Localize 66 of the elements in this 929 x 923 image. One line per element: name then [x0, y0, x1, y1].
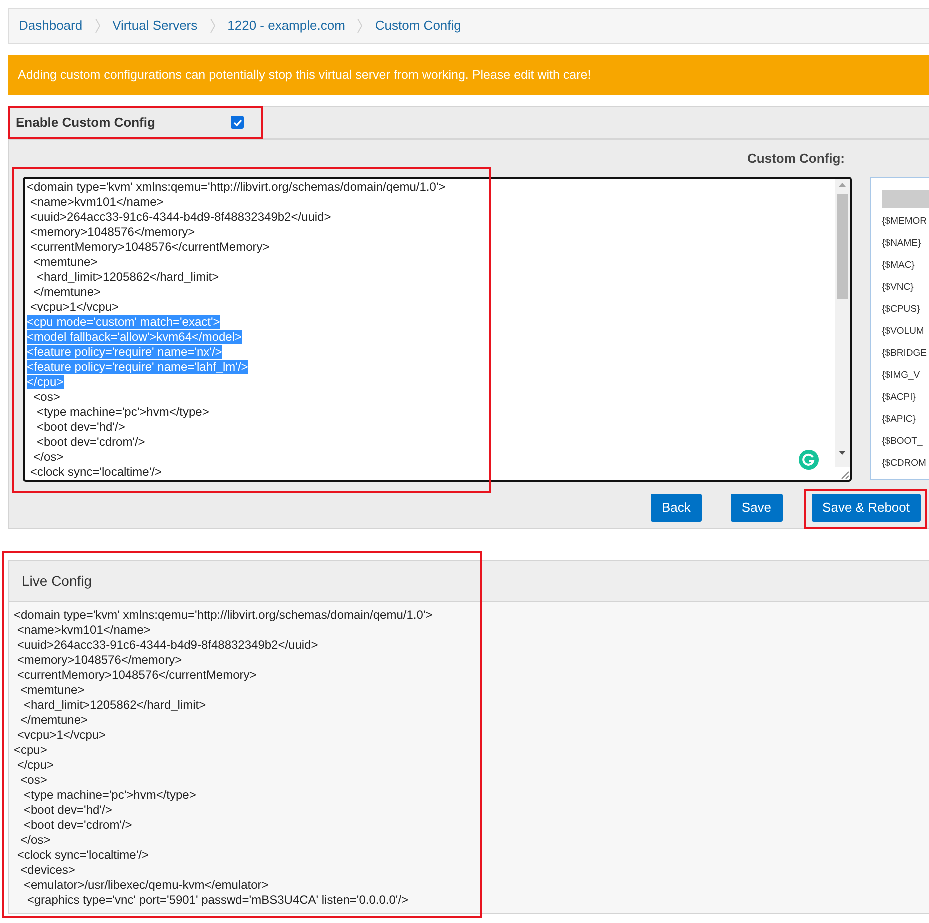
code-line: <vcpu>1</vcpu>: [29, 300, 120, 314]
code-line: <clock sync='localtime'/>: [29, 465, 162, 479]
breadcrumb-link[interactable]: Custom Config: [375, 16, 462, 36]
code-line: <devices>: [20, 863, 76, 877]
code-line: <boot dev='hd'/>: [23, 803, 112, 817]
code-line: <memtune>: [32, 255, 98, 269]
code-line: </memtune>: [20, 713, 88, 727]
code-line: </os>: [32, 450, 64, 464]
code-line: <memory>1048576</memory>: [16, 653, 182, 667]
variable-item[interactable]: {$ACPI}: [882, 387, 916, 409]
custom-config-label: Custom Config:: [748, 150, 845, 168]
code-line: <emulator>/usr/libexec/qemu-kvm</emulator>: [23, 878, 269, 892]
code-line: <os>: [20, 773, 48, 787]
variable-item[interactable]: {$IMG_V: [882, 365, 920, 387]
variable-item[interactable]: {$BOOT_: [882, 431, 923, 453]
variable-item[interactable]: {$NAME}: [882, 233, 922, 255]
code-line: <cpu>: [14, 743, 48, 757]
chevron-icon: [94, 18, 101, 34]
code-line: <os>: [32, 390, 60, 404]
variable-item[interactable]: {$MAC}: [882, 255, 915, 277]
code-line: <boot dev='cdrom'/>: [23, 818, 132, 832]
config-editor[interactable]: [23, 177, 852, 482]
list-header-bar: [882, 190, 929, 208]
code-line: <type machine='pc'>hvm</type>: [36, 405, 210, 419]
code-line: <currentMemory>1048576</currentMemory>: [16, 668, 257, 682]
code-line: <clock sync='localtime'/>: [16, 848, 149, 862]
variable-item[interactable]: {$CPUS}: [882, 299, 920, 321]
action-button[interactable]: Save: [730, 494, 783, 522]
code-line: <boot dev='cdrom'/>: [36, 435, 146, 449]
variable-item[interactable]: {$MEMOR: [882, 211, 927, 233]
code-line: </cpu>: [16, 758, 54, 772]
variable-item[interactable]: {$APIC}: [882, 409, 916, 431]
breadcrumb-link[interactable]: Virtual Servers: [112, 16, 198, 36]
variable-item[interactable]: {$CDROM: [882, 453, 926, 475]
code-line: <domain type='kvm' xmlns:qemu='http://libvirt.org/schemas/domain/qemu/1.0'>: [27, 180, 446, 194]
code-line: <graphics type='vnc' port='5901' passwd='mBS3U4CA' listen='0.0.0.0'/>: [26, 893, 409, 907]
code-line: <hard_limit>1205862</hard_limit>: [23, 698, 206, 712]
variable-item[interactable]: {$VNC}: [882, 277, 914, 299]
enable-label: Enable Custom Config: [16, 114, 156, 132]
code-line: <hard_limit>1205862</hard_limit>: [36, 270, 220, 284]
code-line: </os>: [20, 833, 51, 847]
code-line: <uuid>264acc33-91c6-4344-b4d9-8f48832349b2</uuid>: [29, 210, 332, 224]
code-line: <boot dev='hd'/>: [36, 420, 126, 434]
grammar-check-icon[interactable]: [799, 450, 820, 470]
chevron-icon: [210, 18, 216, 34]
checkbox[interactable]: [231, 116, 244, 129]
code-line: <memtune>: [20, 683, 85, 697]
action-button[interactable]: Save & Reboot: [812, 494, 921, 522]
warning-banner: Adding custom configurations can potentially stop this virtual server from working. Please edit with care!: [8, 55, 929, 95]
code-line: <name>kvm101</name>: [29, 195, 164, 209]
breadcrumb-link[interactable]: Dashboard: [19, 16, 83, 36]
variable-item[interactable]: {$VOLUM: [882, 321, 924, 343]
code-line: <uuid>264acc33-91c6-4344-b4d9-8f48832349b2</uuid>: [16, 638, 318, 652]
code-line: <currentMemory>1048576</currentMemory>: [29, 240, 270, 254]
code-line: <name>kvm101</name>: [16, 623, 151, 637]
scrollbar-icon[interactable]: [835, 179, 850, 467]
panel-title: Live Config: [22, 572, 92, 591]
code-line: </memtune>: [32, 285, 102, 299]
breadcrumb-link[interactable]: 1220 - example.com: [228, 16, 346, 36]
code-line: <vcpu>1</vcpu>: [16, 728, 106, 742]
code-line: <type machine='pc'>hvm</type>: [23, 788, 196, 802]
variable-item[interactable]: {$BRIDGE: [882, 343, 927, 365]
code-line: <domain type='kvm' xmlns:qemu='http://libvirt.org/schemas/domain/qemu/1.0'>: [14, 608, 433, 622]
chevron-icon: [357, 18, 364, 34]
action-button[interactable]: Back: [651, 494, 702, 522]
code-line: <memory>1048576</memory>: [29, 225, 196, 239]
